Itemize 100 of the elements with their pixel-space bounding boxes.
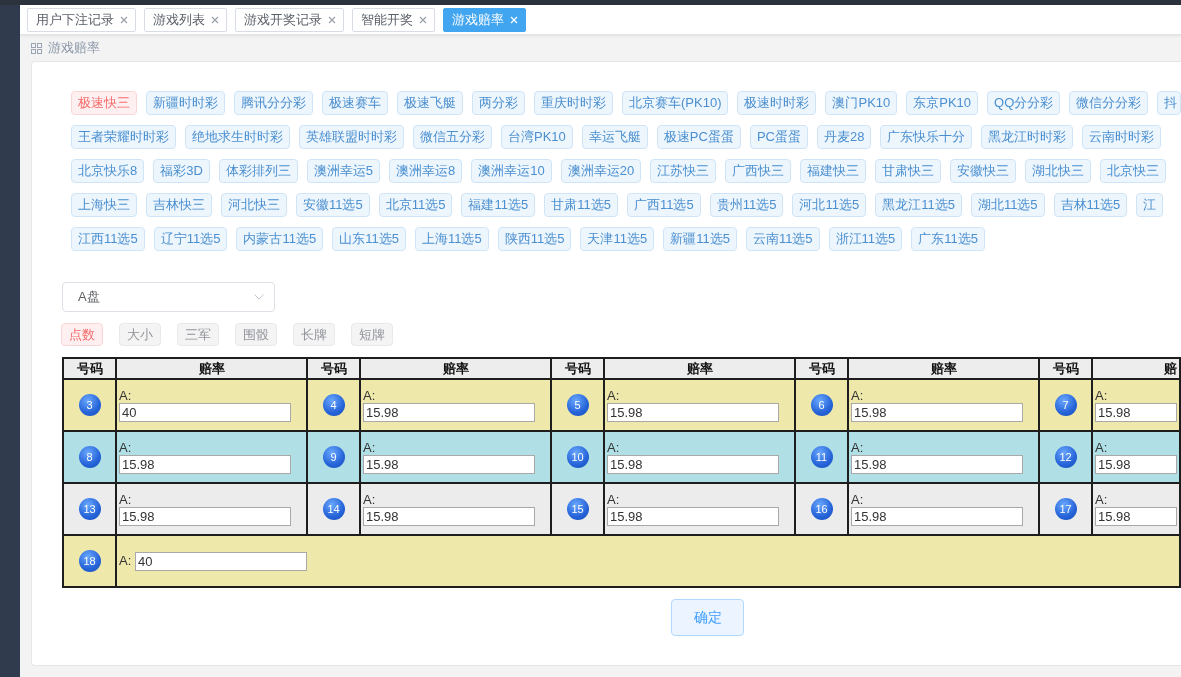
game-tag[interactable]: 极速飞艇: [397, 91, 463, 115]
number-ball: 14: [322, 498, 345, 520]
odds-input[interactable]: 15.98: [607, 454, 779, 474]
game-tag[interactable]: 重庆时时彩: [534, 91, 613, 115]
play-tab[interactable]: 围骰: [235, 323, 277, 346]
game-tag[interactable]: 山东11选5: [332, 227, 406, 251]
game-tag[interactable]: 云南时时彩: [1082, 125, 1162, 149]
game-tag[interactable]: 浙江11选5: [828, 227, 903, 251]
game-tag[interactable]: 广西快三: [725, 159, 792, 183]
game-tag[interactable]: 天津11选5: [580, 227, 655, 251]
game-tag[interactable]: 福建11选5: [461, 193, 536, 217]
game-tag[interactable]: 东京PK10: [906, 91, 979, 115]
game-tag[interactable]: 河北快三: [221, 193, 287, 217]
game-tag[interactable]: 黑龙江时时彩: [981, 125, 1074, 149]
game-tag[interactable]: PC蛋蛋: [749, 125, 808, 149]
game-tag[interactable]: 福彩3D: [153, 159, 210, 183]
odds-input[interactable]: 15.98: [607, 506, 779, 526]
odds-input[interactable]: 15.98: [1095, 402, 1177, 422]
play-tab[interactable]: 点数: [61, 323, 103, 346]
game-tag[interactable]: 绝地求生时时彩: [185, 125, 290, 149]
game-tag[interactable]: 湖北11选5: [970, 193, 1045, 217]
game-tag[interactable]: 澳门PK10: [825, 91, 898, 115]
game-tag[interactable]: 上海快三: [71, 193, 137, 217]
game-tag[interactable]: 新疆时时彩: [146, 91, 225, 115]
play-tab[interactable]: 大小: [119, 323, 161, 346]
game-tag[interactable]: 澳洲幸运10: [471, 159, 552, 183]
game-tag[interactable]: 吉林快三: [146, 193, 212, 217]
game-tag[interactable]: 河北11选5: [792, 193, 867, 217]
game-tag[interactable]: 澳洲幸运8: [389, 159, 463, 183]
page-tab[interactable]: 游戏赔率: [443, 7, 526, 32]
game-tag[interactable]: 湖北快三: [1025, 159, 1092, 183]
game-tag[interactable]: 吉林11选5: [1053, 193, 1128, 217]
game-tag[interactable]: 福建快三: [800, 159, 867, 183]
odds-input[interactable]: 40: [134, 551, 307, 571]
confirm-button[interactable]: 确定: [671, 599, 744, 636]
game-tag[interactable]: 广东快乐十分: [880, 125, 973, 149]
game-tag[interactable]: 幸运飞艇: [581, 125, 648, 149]
game-tag[interactable]: 微信分分彩: [1069, 91, 1149, 115]
page-tab[interactable]: 游戏列表: [144, 7, 227, 32]
game-tag[interactable]: 澳洲幸运20: [560, 159, 642, 183]
game-tag[interactable]: 辽宁11选5: [153, 227, 228, 251]
game-tag[interactable]: 上海11选5: [414, 227, 489, 251]
game-tag[interactable]: QQ分分彩: [987, 91, 1061, 115]
game-tag[interactable]: 陕西11选5: [497, 227, 572, 251]
game-tag[interactable]: 英雄联盟时时彩: [299, 125, 404, 149]
odds-input[interactable]: 40: [119, 402, 291, 422]
page-tab[interactable]: 游戏开奖记录: [235, 7, 344, 32]
game-tag[interactable]: 江苏快三: [650, 159, 717, 183]
close-icon[interactable]: [419, 15, 427, 24]
game-tag[interactable]: 两分彩: [472, 91, 525, 115]
game-tag[interactable]: 极速快三: [71, 91, 137, 115]
game-tag[interactable]: 江西11选5: [71, 227, 145, 251]
game-tag[interactable]: 云南11选5: [745, 227, 820, 251]
game-tag[interactable]: 体彩排列三: [218, 159, 298, 183]
game-tag[interactable]: 甘肃11选5: [544, 193, 618, 217]
game-tag[interactable]: 广西11选5: [626, 193, 701, 217]
play-tab[interactable]: 短牌: [351, 323, 393, 346]
game-tag[interactable]: 北京快乐8: [71, 159, 145, 183]
game-tag[interactable]: 内蒙古11选5: [236, 227, 324, 251]
odds-input[interactable]: 15.98: [851, 506, 1023, 526]
game-tag[interactable]: 贵州11选5: [709, 193, 784, 217]
game-tag[interactable]: 抖: [1157, 91, 1181, 115]
game-tag[interactable]: 丹麦28: [816, 125, 872, 149]
close-icon[interactable]: [120, 15, 128, 24]
game-tag[interactable]: 台湾PK10: [501, 125, 573, 149]
game-tag[interactable]: 北京赛车(PK10): [622, 91, 729, 115]
game-tag[interactable]: 北京11选5: [378, 193, 453, 217]
odds-input[interactable]: 15.98: [363, 402, 535, 422]
page-tab[interactable]: 智能开奖: [352, 7, 435, 32]
game-tag[interactable]: 极速时时彩: [737, 91, 817, 115]
game-tag[interactable]: 广东11选5: [911, 227, 986, 251]
plate-select[interactable]: A盘: [62, 282, 275, 312]
game-tag[interactable]: 腾讯分分彩: [234, 91, 313, 115]
close-icon[interactable]: [328, 15, 336, 24]
game-tag[interactable]: 极速赛车: [322, 91, 388, 115]
odds-input[interactable]: 15.98: [851, 454, 1023, 474]
game-tag[interactable]: 甘肃快三: [875, 159, 942, 183]
game-tag[interactable]: 微信五分彩: [413, 125, 492, 149]
odds-input[interactable]: 15.98: [1095, 506, 1177, 526]
game-tag[interactable]: 澳洲幸运5: [306, 159, 381, 183]
odds-input[interactable]: 15.98: [607, 402, 779, 422]
game-tag[interactable]: 江: [1136, 193, 1164, 217]
game-tag[interactable]: 黑龙江11选5: [875, 193, 962, 217]
odds-input[interactable]: 15.98: [119, 454, 291, 474]
game-tag[interactable]: 北京快三: [1100, 159, 1167, 183]
odds-input[interactable]: 15.98: [363, 506, 535, 526]
play-tab[interactable]: 长牌: [293, 323, 335, 346]
game-tag[interactable]: 王者荣耀时时彩: [71, 125, 176, 149]
odds-label: A:: [363, 440, 376, 455]
odds-input[interactable]: 15.98: [363, 454, 535, 474]
game-tag[interactable]: 极速PC蛋蛋: [656, 125, 741, 149]
odds-input[interactable]: 15.98: [851, 402, 1023, 422]
play-tab[interactable]: 三军: [177, 323, 219, 346]
game-tag[interactable]: 安徽快三: [950, 159, 1017, 183]
game-tag[interactable]: 新疆11选5: [663, 227, 737, 251]
odds-input[interactable]: 15.98: [119, 506, 291, 526]
odds-input[interactable]: 15.98: [1095, 454, 1177, 474]
game-tag[interactable]: 安徽11选5: [296, 193, 370, 217]
page-tab[interactable]: 用户下注记录: [27, 7, 136, 32]
close-icon[interactable]: [211, 15, 219, 24]
